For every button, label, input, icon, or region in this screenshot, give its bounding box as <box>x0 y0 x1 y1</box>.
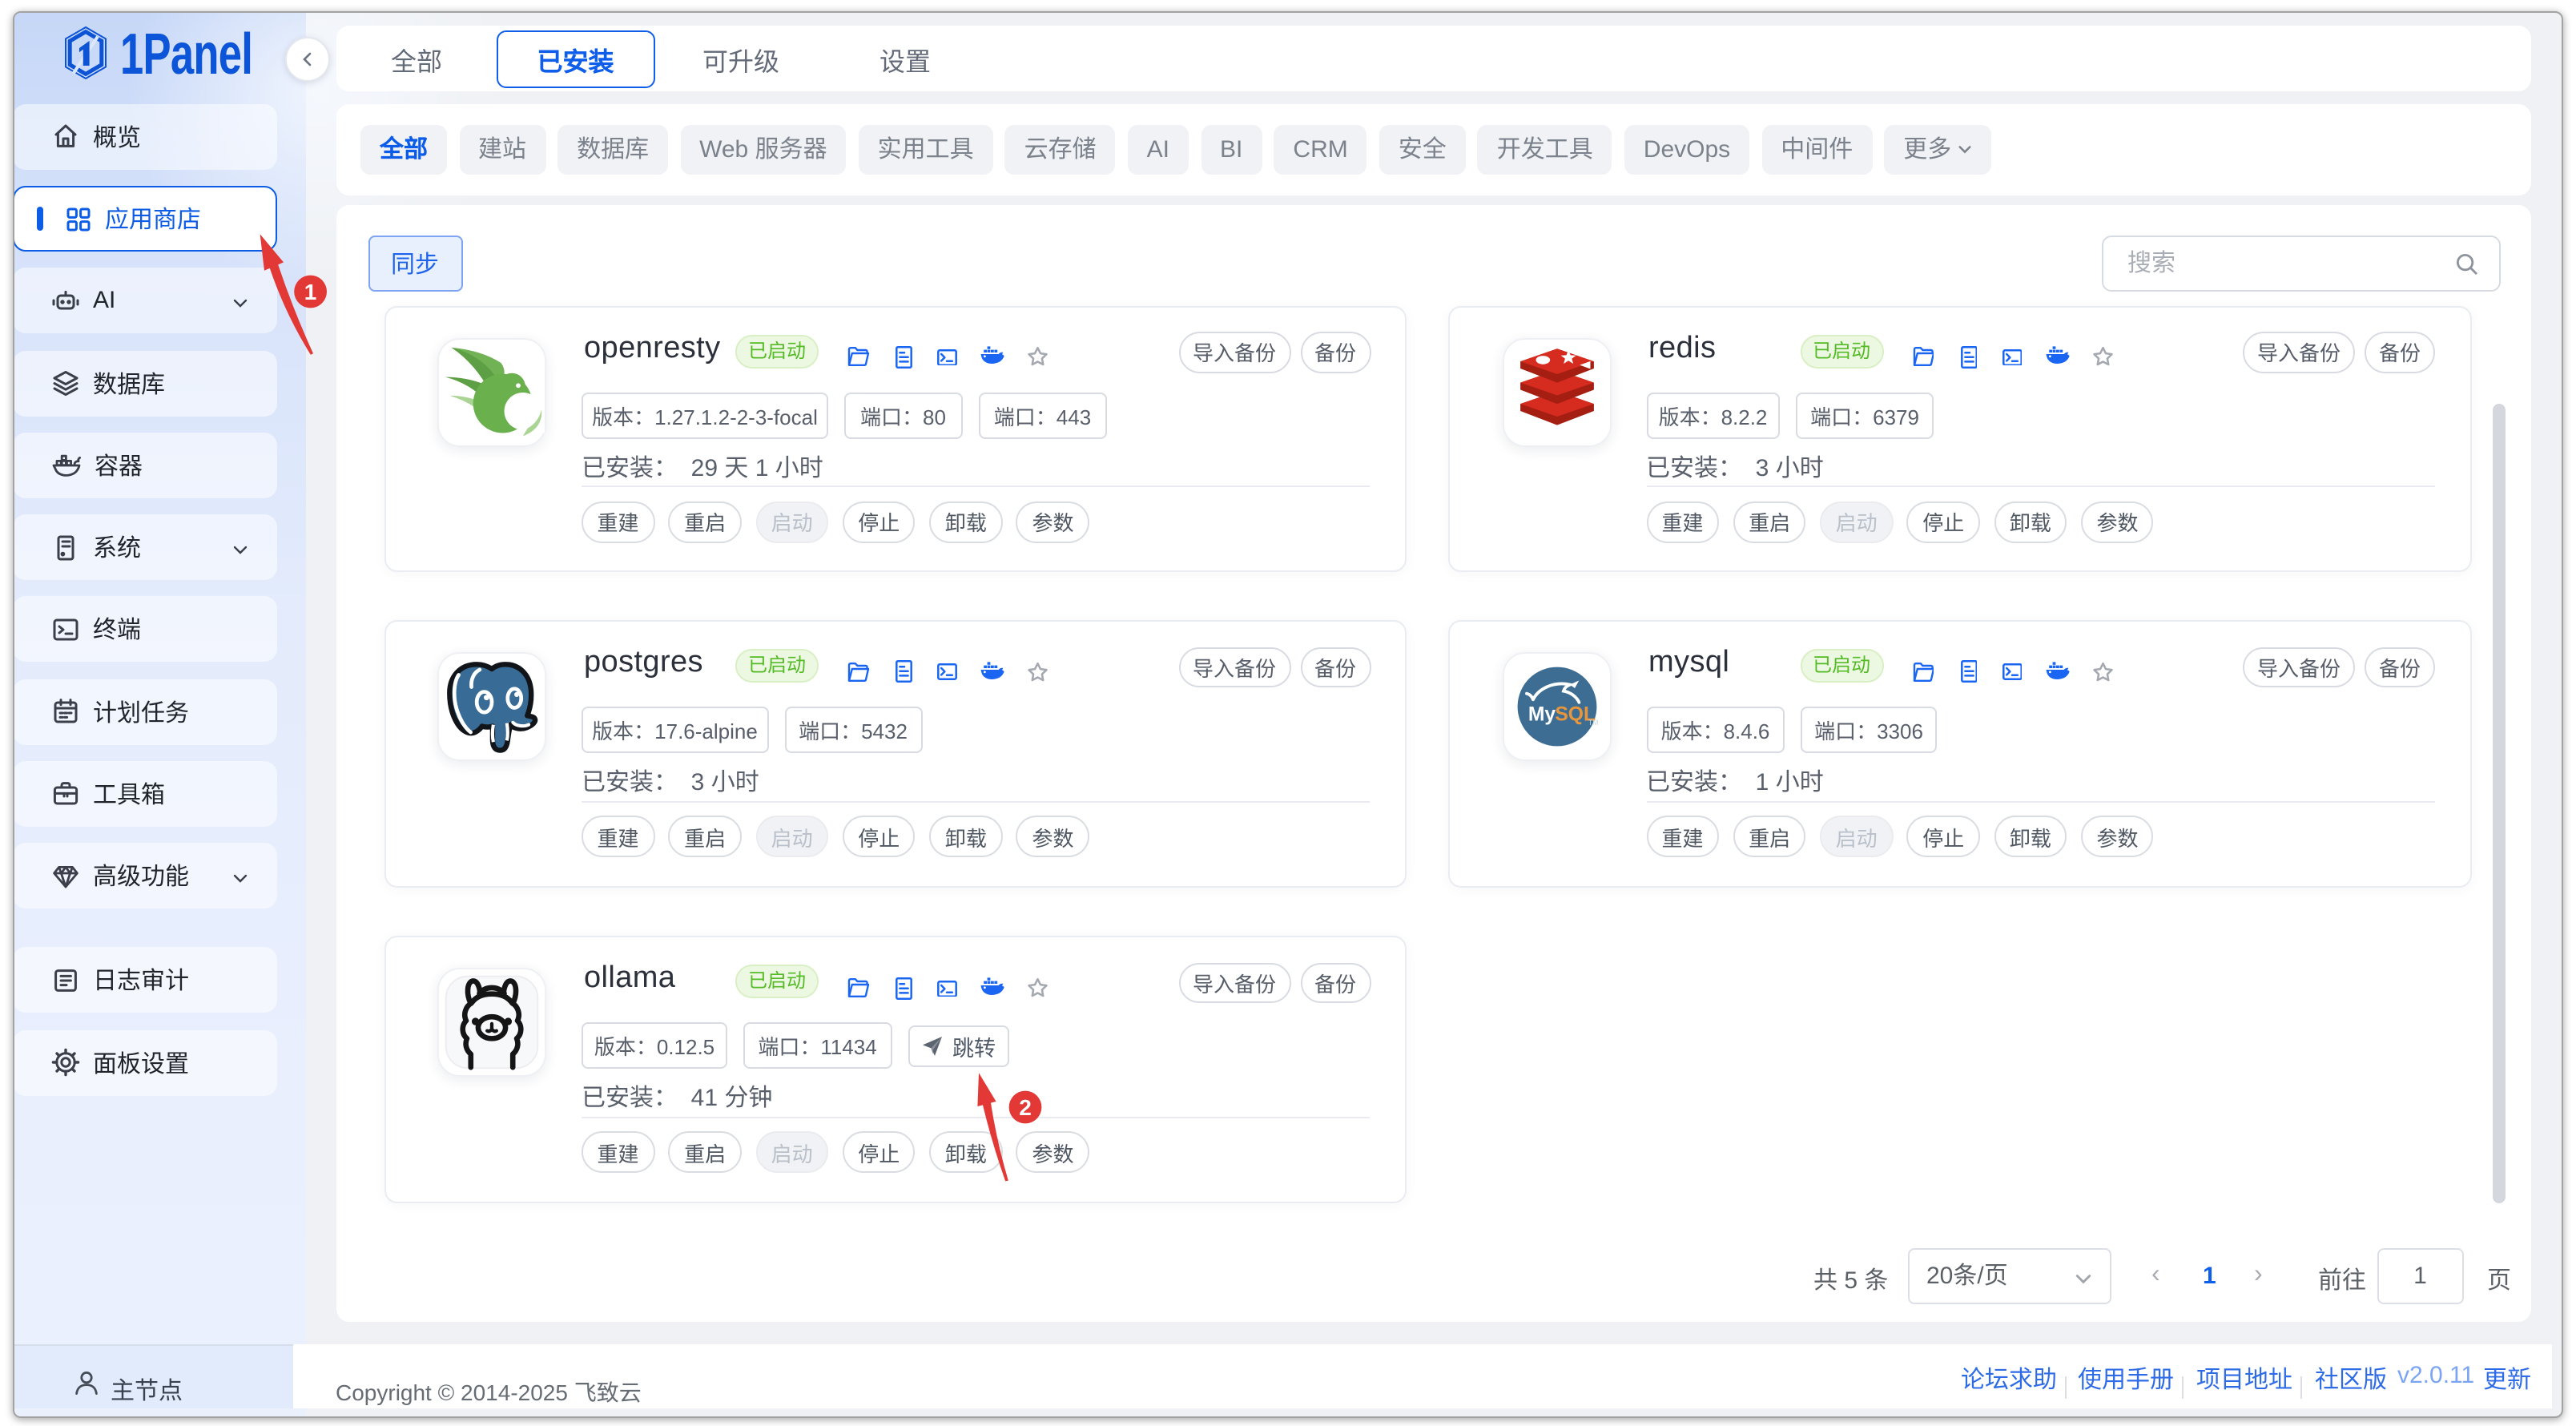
svg-text:TM: TM <box>1588 719 1598 727</box>
svg-text:My: My <box>1527 704 1556 726</box>
